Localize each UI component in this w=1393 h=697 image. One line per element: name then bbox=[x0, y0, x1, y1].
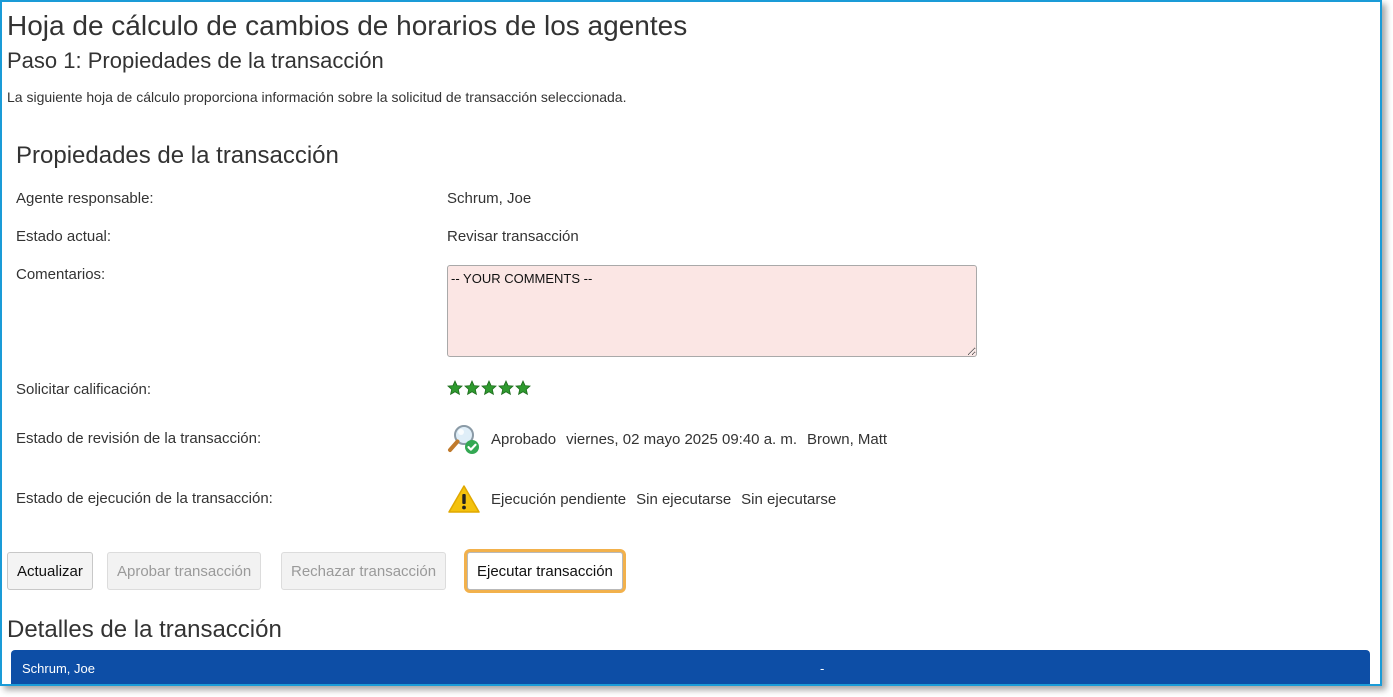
page-title: Hoja de cálculo de cambios de horarios d… bbox=[7, 10, 688, 41]
state-value: Revisar transacción bbox=[447, 228, 579, 245]
agent-value: Schrum, Joe bbox=[447, 190, 532, 207]
exec-status: Ejecución pendiente bbox=[491, 490, 627, 508]
reject-transaction-button[interactable]: Rechazar transacción bbox=[281, 552, 447, 590]
details-value: - bbox=[820, 661, 825, 676]
star-icon[interactable] bbox=[498, 380, 514, 396]
approve-transaction-button[interactable]: Aprobar transacción bbox=[107, 552, 262, 590]
details-agent: Schrum, Joe bbox=[22, 661, 95, 676]
comments-label: Comentarios: bbox=[16, 266, 106, 283]
warning-icon bbox=[447, 482, 481, 516]
page-subtitle: Paso 1: Propiedades de la transacción bbox=[7, 48, 384, 73]
exec-label: Estado de ejecución de la transacción: bbox=[16, 490, 273, 507]
exec-status-row: Ejecución pendiente Sin ejecutarse Sin e… bbox=[447, 482, 836, 516]
details-header-row[interactable]: Schrum, Joe - bbox=[11, 650, 1370, 684]
review-status-row: Aprobado viernes, 02 mayo 2025 09:40 a. … bbox=[447, 422, 887, 456]
section-title-properties: Propiedades de la transacción bbox=[16, 142, 339, 169]
star-icon[interactable] bbox=[515, 380, 531, 396]
rating-label: Solicitar calificación: bbox=[16, 381, 152, 398]
worksheet-frame: Hoja de cálculo de cambios de horarios d… bbox=[0, 0, 1382, 686]
refresh-button[interactable]: Actualizar bbox=[7, 552, 93, 590]
review-by: Brown, Matt bbox=[807, 430, 888, 448]
state-label: Estado actual: bbox=[16, 228, 112, 245]
exec-date: Sin ejecutarse bbox=[636, 490, 732, 508]
rating-stars[interactable] bbox=[447, 380, 531, 396]
star-icon[interactable] bbox=[447, 380, 463, 396]
comments-textarea[interactable]: -- YOUR COMMENTS -- bbox=[447, 265, 977, 357]
page-description: La siguiente hoja de cálculo proporciona… bbox=[7, 89, 627, 105]
exec-by: Sin ejecutarse bbox=[741, 490, 837, 508]
review-label: Estado de revisión de la transacción: bbox=[16, 430, 262, 447]
details-title: Detalles de la transacción bbox=[7, 616, 282, 643]
star-icon[interactable] bbox=[481, 380, 497, 396]
star-icon[interactable] bbox=[464, 380, 480, 396]
agent-label: Agente responsable: bbox=[16, 190, 154, 207]
execute-transaction-button[interactable]: Ejecutar transacción bbox=[467, 552, 623, 590]
magnifier-check-icon bbox=[447, 422, 481, 456]
review-status: Aprobado bbox=[491, 430, 557, 448]
review-date: viernes, 02 mayo 2025 09:40 a. m. bbox=[566, 430, 798, 448]
